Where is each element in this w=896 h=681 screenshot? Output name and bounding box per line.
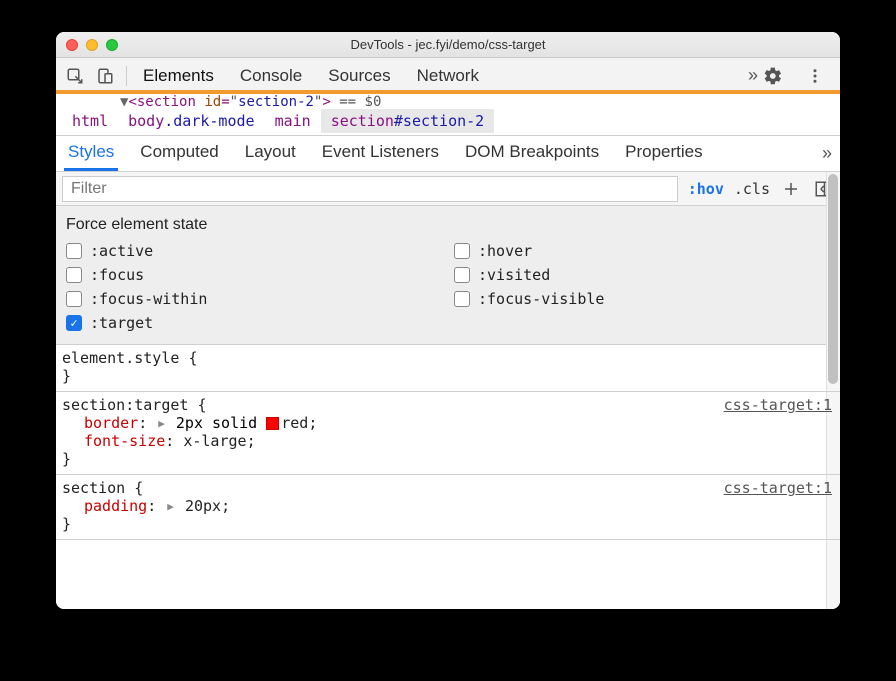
css-declaration[interactable]: font-size: x-large; bbox=[62, 432, 834, 450]
expand-triangle-icon[interactable]: ▶ bbox=[167, 500, 174, 513]
breadcrumb-item[interactable]: section#section-2 bbox=[321, 109, 495, 133]
checkbox-icon[interactable] bbox=[454, 243, 470, 259]
subtab-event-listeners[interactable]: Event Listeners bbox=[318, 136, 443, 171]
css-declaration[interactable]: border: ▶ 2px solid red; bbox=[62, 414, 834, 432]
window-controls bbox=[56, 39, 118, 51]
rule-selector[interactable]: element.style { bbox=[62, 349, 834, 367]
state-toggle-active[interactable]: :active bbox=[66, 242, 442, 260]
state-toggle-hover[interactable]: :hover bbox=[454, 242, 830, 260]
subtab-dom-breakpoints[interactable]: DOM Breakpoints bbox=[461, 136, 603, 171]
state-toggle-focus-visible[interactable]: :focus-visible bbox=[454, 290, 830, 308]
main-tab-sources[interactable]: Sources bbox=[326, 62, 392, 90]
subtab-properties[interactable]: Properties bbox=[621, 136, 706, 171]
state-toggle-focus[interactable]: :focus bbox=[66, 266, 442, 284]
separator bbox=[126, 66, 127, 86]
breadcrumb-item[interactable]: body.dark-mode bbox=[118, 109, 264, 133]
more-tabs-icon[interactable]: » bbox=[748, 65, 758, 86]
rule-selector[interactable]: section:target { bbox=[62, 396, 834, 414]
checkbox-icon[interactable] bbox=[454, 267, 470, 283]
state-label: :focus bbox=[90, 266, 144, 284]
main-tab-network[interactable]: Network bbox=[415, 62, 481, 90]
checkbox-icon[interactable] bbox=[66, 315, 82, 331]
subtab-computed[interactable]: Computed bbox=[136, 136, 222, 171]
css-rule[interactable]: css-target:1section {padding: ▶ 20px;} bbox=[56, 475, 840, 540]
styles-subtabs: Styles Computed Layout Event Listeners DOM B… bbox=[56, 136, 840, 172]
window-title: DevTools - jec.fyi/demo/css-target bbox=[56, 37, 840, 52]
breadcrumb-item[interactable]: main bbox=[265, 109, 321, 133]
rule-selector[interactable]: section { bbox=[62, 479, 834, 497]
main-tabs: Elements Console Sources Network bbox=[141, 62, 748, 90]
cls-toggle-button[interactable]: .cls bbox=[734, 180, 770, 198]
css-rule[interactable]: element.style {} bbox=[56, 345, 840, 392]
main-tab-console[interactable]: Console bbox=[238, 62, 304, 90]
checkbox-icon[interactable] bbox=[66, 243, 82, 259]
hov-toggle-button[interactable]: :hov bbox=[688, 180, 724, 198]
kebab-menu-icon[interactable] bbox=[800, 61, 830, 91]
state-label: :visited bbox=[478, 266, 550, 284]
rule-source-link[interactable]: css-target:1 bbox=[724, 396, 832, 414]
state-label: :active bbox=[90, 242, 153, 260]
force-element-state-panel: Force element state :active :hover :focus:… bbox=[56, 206, 840, 345]
minimize-window-button[interactable] bbox=[86, 39, 98, 51]
state-label: :focus-visible bbox=[478, 290, 604, 308]
subtab-layout[interactable]: Layout bbox=[241, 136, 300, 171]
state-toggle-target[interactable]: :target bbox=[66, 314, 830, 332]
more-subtabs-icon[interactable]: » bbox=[822, 143, 832, 164]
css-declaration[interactable]: padding: ▶ 20px; bbox=[62, 497, 834, 515]
state-toggle-visited[interactable]: :visited bbox=[454, 266, 830, 284]
rule-close-brace: } bbox=[62, 450, 834, 468]
breadcrumb: htmlbody.dark-modemainsection#section-2 bbox=[56, 106, 840, 136]
state-label: :hover bbox=[478, 242, 532, 260]
checkbox-icon[interactable] bbox=[454, 291, 470, 307]
rule-close-brace: } bbox=[62, 515, 834, 533]
filter-input[interactable] bbox=[62, 176, 678, 202]
zoom-window-button[interactable] bbox=[106, 39, 118, 51]
css-rule[interactable]: css-target:1section:target {border: ▶ 2p… bbox=[56, 392, 840, 475]
state-label: :focus-within bbox=[90, 290, 207, 308]
device-toolbar-icon[interactable] bbox=[90, 61, 120, 91]
checkbox-icon[interactable] bbox=[66, 291, 82, 307]
rule-source-link[interactable]: css-target:1 bbox=[724, 479, 832, 497]
rule-close-brace: } bbox=[62, 367, 834, 385]
close-window-button[interactable] bbox=[66, 39, 78, 51]
settings-gear-icon[interactable] bbox=[758, 61, 788, 91]
subtab-styles[interactable]: Styles bbox=[64, 136, 118, 171]
new-style-rule-icon[interactable] bbox=[780, 178, 802, 200]
main-toolbar: Elements Console Sources Network » bbox=[56, 58, 840, 94]
breadcrumb-item[interactable]: html bbox=[62, 109, 118, 133]
state-label: :target bbox=[90, 314, 153, 332]
checkbox-icon[interactable] bbox=[66, 267, 82, 283]
devtools-window: DevTools - jec.fyi/demo/css-target Eleme… bbox=[56, 32, 840, 609]
styles-content: :hov .cls Force element state :active :ho… bbox=[56, 172, 840, 609]
expand-triangle-icon[interactable]: ▶ bbox=[158, 417, 165, 430]
force-state-title: Force element state bbox=[66, 216, 830, 234]
titlebar: DevTools - jec.fyi/demo/css-target bbox=[56, 32, 840, 58]
inspect-element-icon[interactable] bbox=[60, 61, 90, 91]
dom-tree-snippet[interactable]: ▼<section id="section-2"> == $0 bbox=[56, 90, 840, 106]
filter-row: :hov .cls bbox=[56, 172, 840, 206]
color-swatch-icon[interactable] bbox=[266, 417, 279, 430]
state-toggle-focus-within[interactable]: :focus-within bbox=[66, 290, 442, 308]
main-tab-elements[interactable]: Elements bbox=[141, 62, 216, 90]
